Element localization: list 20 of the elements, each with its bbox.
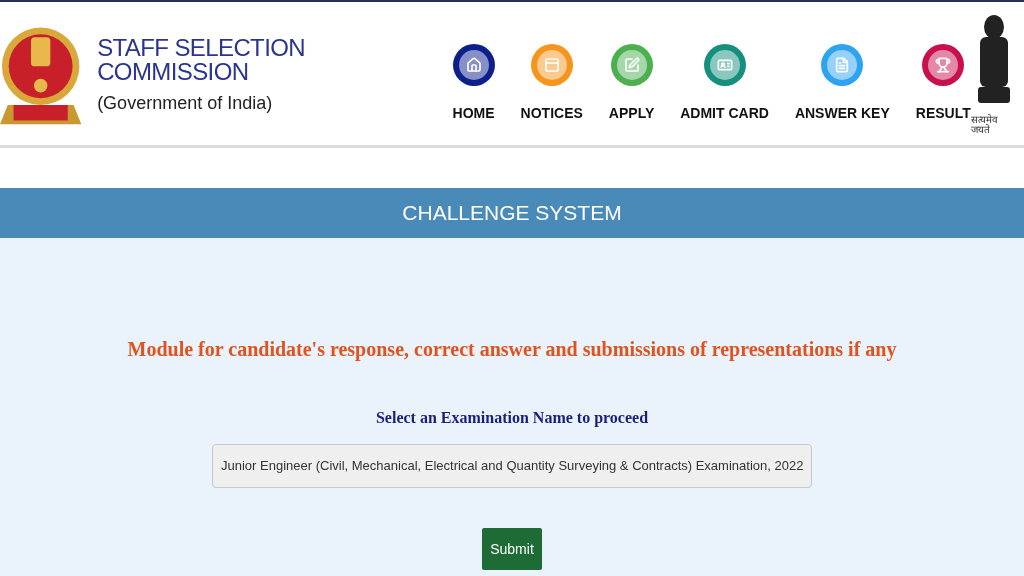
site-title: STAFF SELECTION COMMISSION bbox=[97, 35, 307, 84]
nav-link[interactable]: ANSWER KEY bbox=[794, 105, 890, 120]
result-nav-icon[interactable] bbox=[922, 43, 965, 86]
answer-nav-icon[interactable] bbox=[821, 43, 864, 86]
site-subtitle: (Government of India) bbox=[97, 93, 274, 112]
nav-link[interactable]: HOME bbox=[452, 105, 495, 120]
select-label: Select an Examination Name to proceed bbox=[375, 408, 649, 429]
nav-link[interactable]: RESULT bbox=[915, 105, 971, 120]
emblem-motto: सत्यमेव जयते bbox=[970, 114, 999, 135]
apply-nav-icon[interactable] bbox=[610, 43, 653, 86]
notices-nav-icon[interactable] bbox=[530, 43, 573, 86]
nav-link[interactable]: APPLY bbox=[608, 105, 655, 120]
exam-select[interactable]: Junior Engineer (Civil, Mechanical, Electrical and Quantity Surveying & Contracts) Examination, 2022 bbox=[212, 444, 812, 488]
submit-button[interactable]: Submit bbox=[482, 528, 542, 570]
nav-link[interactable]: NOTICES bbox=[520, 105, 583, 120]
module-heading: Module for candidate's response, correct answer and submissions of representations if any bbox=[127, 337, 897, 363]
banner-title: CHALLENGE SYSTEM bbox=[402, 200, 622, 227]
home-nav-icon[interactable] bbox=[452, 43, 495, 86]
nav-link[interactable]: ADMIT CARD bbox=[680, 105, 769, 120]
admit-nav-icon[interactable] bbox=[703, 43, 746, 86]
